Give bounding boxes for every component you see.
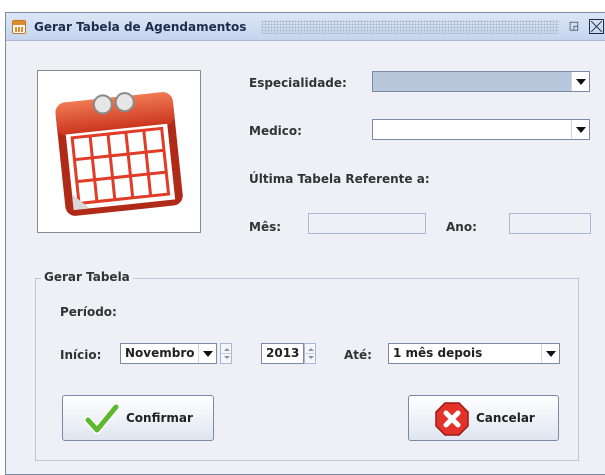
ano-inicio-input[interactable]: 2013 [261,343,304,364]
especialidade-select[interactable] [372,71,590,92]
dialog-content: Especialidade: Medico: Última Tabela Ref… [6,42,605,475]
window-title: Gerar Tabela de Agendamentos [34,20,247,34]
app-calendar-icon [12,20,26,34]
mes-field [308,213,426,234]
confirm-label: Confirmar [126,411,193,425]
medico-label: Medico: [249,124,302,138]
ano-label: Ano: [446,220,477,234]
especialidade-label: Especialidade: [249,76,347,90]
chevron-down-icon[interactable] [541,344,559,363]
mes-label: Mês: [249,220,282,234]
periodo-label: Período: [60,305,117,319]
inicio-label: Início: [60,348,102,362]
ano-spinner[interactable] [304,343,316,364]
close-icon[interactable] [589,19,604,34]
ate-select[interactable]: 1 mês depois [388,343,560,364]
mes-inicio-select[interactable]: Novembro [120,343,217,364]
check-icon [85,404,119,434]
ultima-tabela-label: Última Tabela Referente a: [249,172,430,186]
gerar-tabela-title: Gerar Tabela [41,270,133,284]
chevron-down-icon[interactable] [571,120,589,139]
calendar-image [37,70,201,233]
confirm-button[interactable]: Confirmar [62,395,214,441]
mes-spinner[interactable] [220,343,232,364]
cancel-x-icon [435,402,469,436]
calendar-icon [55,92,183,216]
chevron-down-icon[interactable] [198,344,216,363]
chevron-down-icon[interactable] [571,72,589,91]
dialog-window: Gerar Tabela de Agendamentos ◲ Especiali… [5,12,605,475]
ate-label: Até: [344,348,372,362]
cancel-label: Cancelar [476,411,535,425]
ano-field [509,213,591,234]
title-bar-grip [261,20,559,34]
title-bar[interactable]: Gerar Tabela de Agendamentos ◲ [6,13,605,41]
cancel-button[interactable]: Cancelar [408,395,559,441]
medico-select[interactable] [372,119,590,140]
restore-icon[interactable]: ◲ [566,18,582,34]
